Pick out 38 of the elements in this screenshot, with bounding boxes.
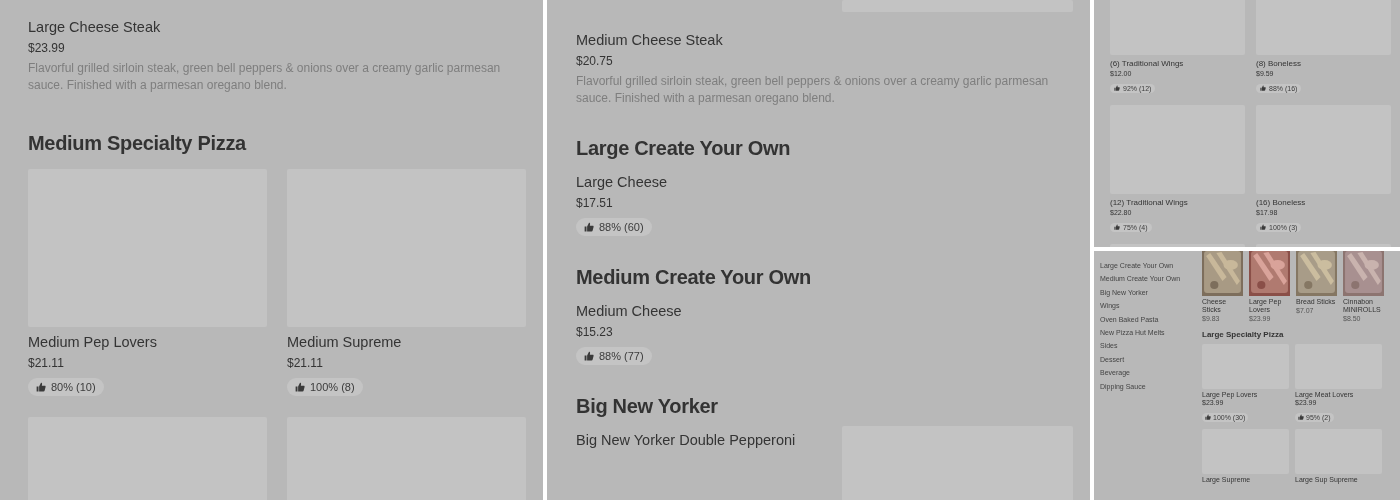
- item-name[interactable]: Medium Cheese Steak: [576, 32, 1066, 48]
- thumbs-up-icon: [1260, 224, 1266, 230]
- item-name[interactable]: Big New Yorker Double Pepperoni: [576, 432, 796, 448]
- item-name[interactable]: Medium Pep Lovers: [28, 334, 267, 350]
- item-price: $23.99: [28, 41, 66, 55]
- thumbs-up-icon: [584, 222, 594, 232]
- section-heading: Big New Yorker: [576, 395, 719, 418]
- item-name[interactable]: (12) Traditional Wings: [1110, 198, 1245, 207]
- thumbs-up-icon: [1205, 414, 1211, 420]
- section-heading: Medium Create Your Own: [576, 266, 812, 289]
- item-price: $20.75: [576, 54, 614, 68]
- item-name[interactable]: Large Cheese Steak: [28, 19, 526, 35]
- thumbs-up-icon: [1114, 224, 1120, 230]
- item-price: $21.11: [28, 356, 65, 370]
- item-description: Flavorful grilled sirloin steak, green bell peppers & onions over a creamy garlic parmesan sauce. Finished with a parmesan oregano blend.: [576, 73, 1050, 107]
- thumbs-up-icon: [1298, 414, 1304, 420]
- item-name[interactable]: (16) Boneless: [1256, 198, 1391, 207]
- section-heading: Large Create Your Own: [576, 137, 792, 160]
- item-name[interactable]: Medium Cheese: [576, 303, 682, 319]
- item-name[interactable]: (8) Boneless: [1256, 59, 1391, 68]
- thumbs-up-icon: [36, 382, 46, 392]
- item-price: $17.51: [576, 196, 614, 210]
- rating-text: 88% (77): [599, 350, 644, 362]
- item-name[interactable]: Large Cheese: [576, 174, 668, 190]
- section-heading: Medium Specialty Pizza: [28, 132, 248, 155]
- item-price: $21.11: [287, 356, 324, 370]
- rating-text: 88% (60): [599, 221, 644, 233]
- item-description: Flavorful grilled sirloin steak, green bell peppers & onions over a creamy garlic parmesan sauce. Finished with a parmesan oregano blend.: [28, 60, 502, 94]
- item-name[interactable]: (6) Traditional Wings: [1110, 59, 1245, 68]
- section-heading: Large Specialty Pizza: [1202, 330, 1285, 339]
- thumbs-up-icon: [1260, 85, 1266, 91]
- item-price: $15.23: [576, 325, 614, 339]
- item-name[interactable]: Medium Supreme: [287, 334, 526, 350]
- rating-text: 80% (10): [51, 381, 96, 393]
- thumbs-up-icon: [295, 382, 305, 392]
- thumbs-up-icon: [1114, 85, 1120, 91]
- thumbs-up-icon: [584, 351, 594, 361]
- rating-text: 100% (8): [310, 381, 355, 393]
